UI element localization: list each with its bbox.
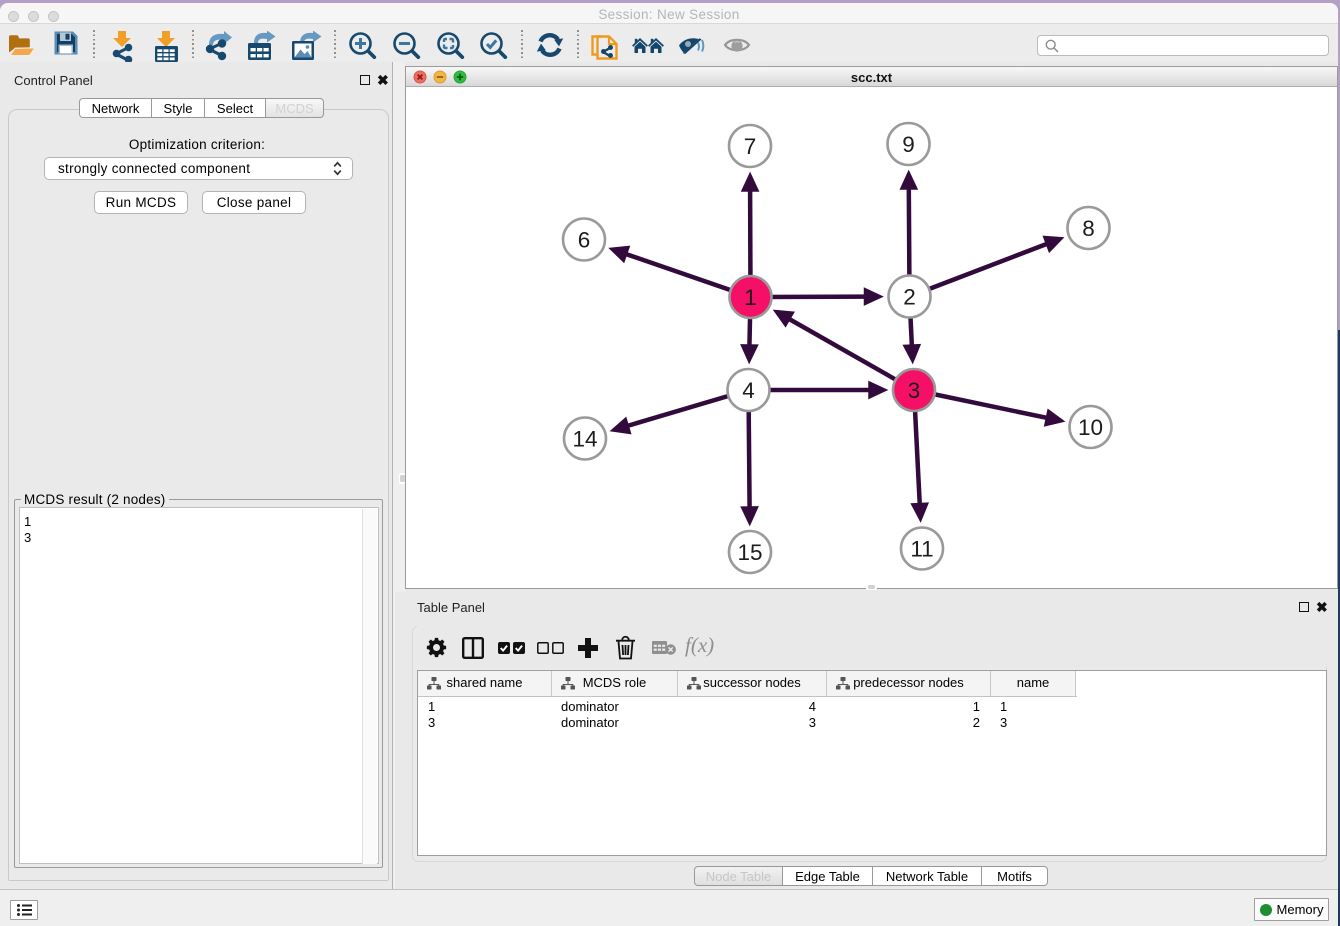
svg-text:9: 9 xyxy=(902,132,915,157)
svg-text:10: 10 xyxy=(1078,415,1103,440)
svg-text:7: 7 xyxy=(744,134,757,159)
svg-text:1: 1 xyxy=(744,285,757,310)
svg-text:4: 4 xyxy=(742,378,755,403)
svg-text:14: 14 xyxy=(572,427,597,452)
svg-text:3: 3 xyxy=(908,378,921,403)
svg-text:15: 15 xyxy=(737,540,762,565)
svg-text:6: 6 xyxy=(578,228,591,253)
svg-text:8: 8 xyxy=(1082,216,1095,241)
svg-text:2: 2 xyxy=(903,285,916,310)
svg-text:11: 11 xyxy=(910,537,933,562)
